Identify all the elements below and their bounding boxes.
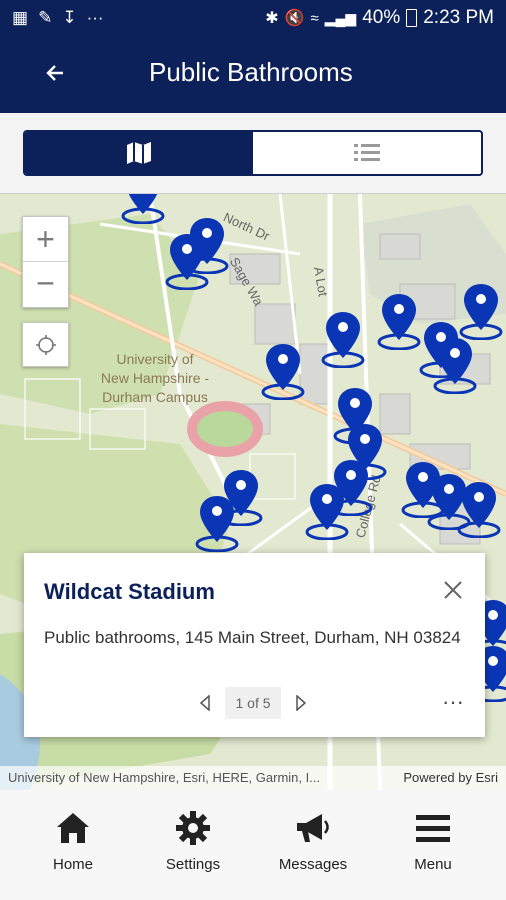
feature-popup: Wildcat Stadium Public bathrooms, 145 Ma…: [24, 553, 485, 737]
map-pin[interactable]: [164, 230, 210, 290]
gear-icon: [176, 811, 210, 845]
next-button[interactable]: [290, 692, 312, 714]
bluetooth-icon: ✱: [265, 10, 279, 27]
tab-menu[interactable]: Menu: [383, 808, 483, 888]
tab-label: Home: [52, 856, 93, 873]
chevron-left-icon: [199, 695, 210, 711]
notification-icons: ▦ ✎ ↧ ···: [12, 8, 104, 28]
map-label-line: University of: [116, 351, 194, 367]
arrow-left-icon: [46, 65, 63, 81]
close-icon: [444, 581, 462, 599]
more-icon: ···: [442, 689, 464, 714]
tab-settings[interactable]: Settings: [143, 808, 243, 888]
zoom-out-button[interactable]: −: [23, 262, 68, 307]
menu-icon: [416, 815, 450, 842]
close-button[interactable]: [438, 575, 468, 605]
more-options-button[interactable]: ···: [438, 689, 468, 715]
popup-pager: 1 of 5: [194, 685, 312, 721]
back-button[interactable]: [40, 56, 70, 90]
map-pin[interactable]: [458, 280, 504, 340]
page-counter: 1 of 5: [225, 687, 281, 719]
map-label-line: Durham Campus: [102, 389, 208, 405]
app-bar: Public Bathrooms: [0, 36, 506, 113]
map-pin[interactable]: [432, 334, 478, 394]
tab-label: Settings: [165, 856, 221, 873]
more-notifications-icon: ···: [86, 8, 104, 27]
map-label-line: New Hampshire -: [100, 370, 210, 386]
locate-button[interactable]: [22, 322, 69, 367]
list-icon: [354, 144, 380, 161]
powered-by: Powered by Esri: [403, 770, 498, 785]
megaphone-icon: [297, 814, 329, 842]
map-pin[interactable]: [194, 492, 240, 552]
clock: 2:23 PM: [423, 7, 494, 28]
map-pin[interactable]: [120, 194, 166, 224]
zoom-in-button[interactable]: +: [23, 217, 68, 261]
popup-title: Wildcat Stadium: [44, 579, 215, 604]
list-view-button[interactable]: [253, 132, 481, 174]
tab-label: Messages: [278, 856, 348, 873]
signal-icon: ▂▄▆: [324, 9, 357, 26]
previous-button[interactable]: [194, 692, 216, 714]
download-icon: ↧: [62, 8, 77, 27]
view-toggle: [23, 130, 483, 176]
tab-label: Menu: [414, 856, 452, 873]
attribution-text[interactable]: University of New Hampshire, Esri, HERE,…: [8, 770, 320, 785]
view-toggle-bar: [0, 113, 506, 194]
crosshair-icon: [35, 334, 56, 355]
edit-icon: ✎: [38, 8, 53, 27]
map-pin[interactable]: [260, 340, 306, 400]
bottom-tab-bar: Home Settings Messages Menu: [0, 790, 506, 900]
chevron-right-icon: [296, 695, 307, 711]
zoom-controls: + −: [22, 216, 69, 308]
tab-messages[interactable]: Messages: [263, 808, 363, 888]
map-view-button[interactable]: [25, 132, 253, 174]
image-icon: ▦: [12, 8, 29, 27]
map-attribution: University of New Hampshire, Esri, HERE,…: [0, 766, 506, 790]
battery-percent: 40%: [362, 7, 401, 28]
wifi-icon: ≈: [310, 9, 319, 27]
tab-home[interactable]: Home: [23, 808, 123, 888]
popup-description: Public bathrooms, 145 Main Street, Durha…: [44, 628, 461, 647]
home-icon: [57, 813, 89, 843]
map-pin[interactable]: [304, 480, 350, 540]
map-pin[interactable]: [320, 308, 366, 368]
status-bar: ▦ ✎ ↧ ··· ✱ 🔇 ≈ ▂▄▆ 40% 2:23 PM: [0, 0, 506, 36]
page-title: Public Bathrooms: [149, 57, 353, 87]
mute-icon: 🔇: [284, 10, 305, 27]
map-pin[interactable]: [456, 478, 502, 538]
map-icon: [127, 142, 151, 164]
map-label-campus: University of New Hampshire - Durham Cam…: [90, 350, 220, 407]
battery-icon: [406, 9, 418, 27]
map-pin[interactable]: [376, 290, 422, 350]
